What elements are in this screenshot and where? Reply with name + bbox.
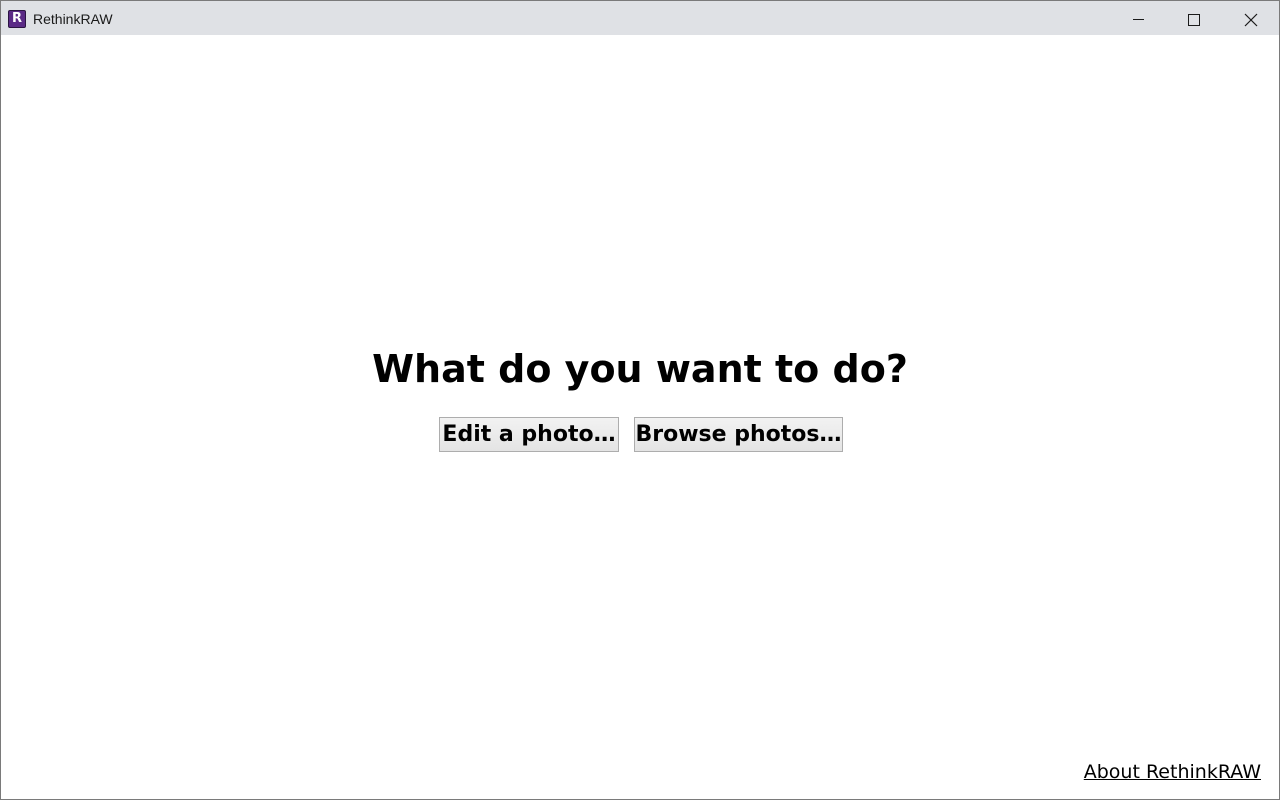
minimize-icon	[1133, 19, 1144, 20]
close-button[interactable]	[1223, 1, 1279, 35]
maximize-icon	[1188, 14, 1200, 26]
app-window: R RethinkRAW What do you want to do? Edi…	[0, 0, 1280, 800]
minimize-button[interactable]	[1111, 1, 1167, 35]
about-link[interactable]: About RethinkRAW	[1084, 761, 1261, 783]
close-icon	[1244, 13, 1258, 27]
main-content: What do you want to do? Edit a photo… Br…	[1, 35, 1279, 799]
edit-photo-button[interactable]: Edit a photo…	[439, 417, 619, 452]
browse-photos-button[interactable]: Browse photos…	[634, 417, 843, 452]
app-icon-letter: R	[11, 11, 22, 26]
maximize-button[interactable]	[1167, 1, 1223, 35]
title-bar[interactable]: R RethinkRAW	[1, 1, 1279, 35]
rethinkraw-app-icon[interactable]: R	[8, 10, 26, 28]
page-heading: What do you want to do?	[372, 347, 908, 391]
window-title: RethinkRAW	[33, 11, 113, 27]
